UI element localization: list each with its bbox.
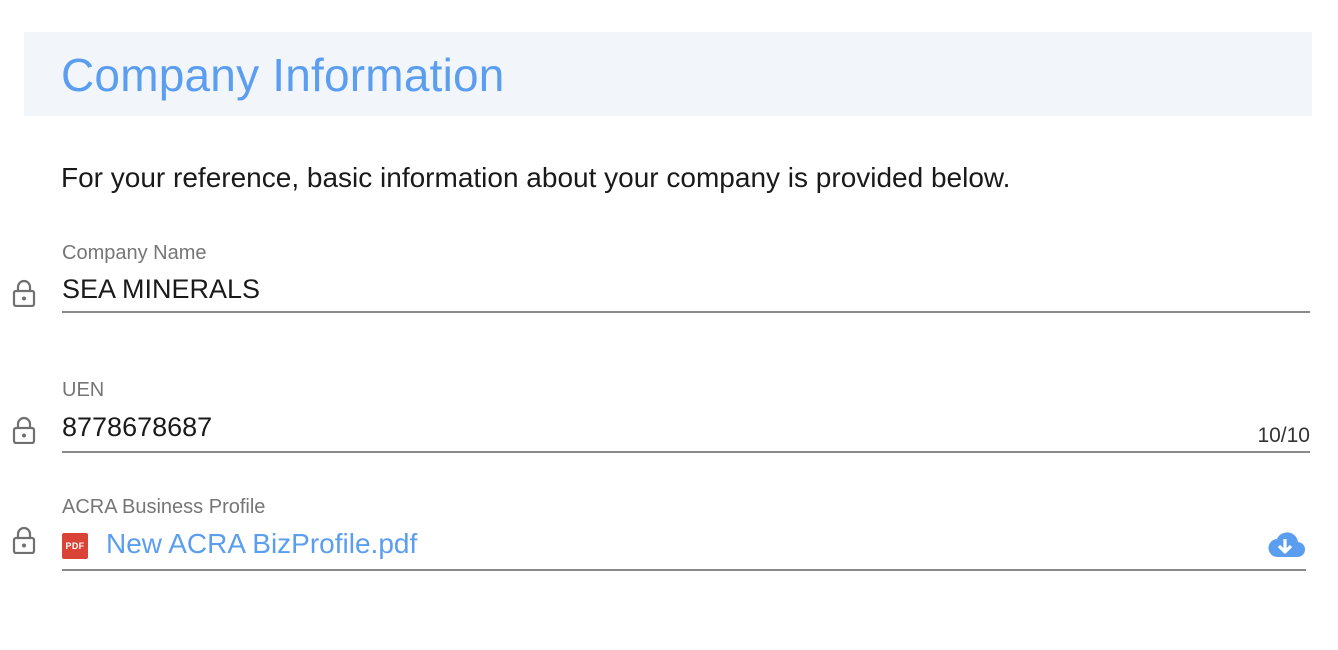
uen-underline xyxy=(62,451,1310,453)
acra-profile-label: ACRA Business Profile xyxy=(62,496,266,518)
acra-profile-file-link[interactable]: New ACRA BizProfile.pdf xyxy=(106,528,417,560)
lock-icon xyxy=(12,526,36,554)
section-header: Company Information xyxy=(24,32,1312,116)
page-title: Company Information xyxy=(61,49,505,101)
company-name-value: SEA MINERALS xyxy=(62,274,261,304)
uen-label: UEN xyxy=(62,379,105,401)
cloud-download-icon[interactable] xyxy=(1262,528,1308,562)
company-information-page: Company Information For your reference, … xyxy=(0,0,1338,650)
intro-text: For your reference, basic information ab… xyxy=(61,162,1011,193)
company-name-underline xyxy=(62,311,1310,313)
company-name-label: Company Name xyxy=(62,242,207,264)
acra-profile-underline xyxy=(62,569,1306,571)
lock-icon xyxy=(12,279,36,307)
uen-character-counter: 10/10 xyxy=(1257,424,1310,447)
uen-value: 8778678687 xyxy=(62,412,213,442)
pdf-file-icon: PDF xyxy=(62,533,88,559)
lock-icon xyxy=(12,416,36,444)
